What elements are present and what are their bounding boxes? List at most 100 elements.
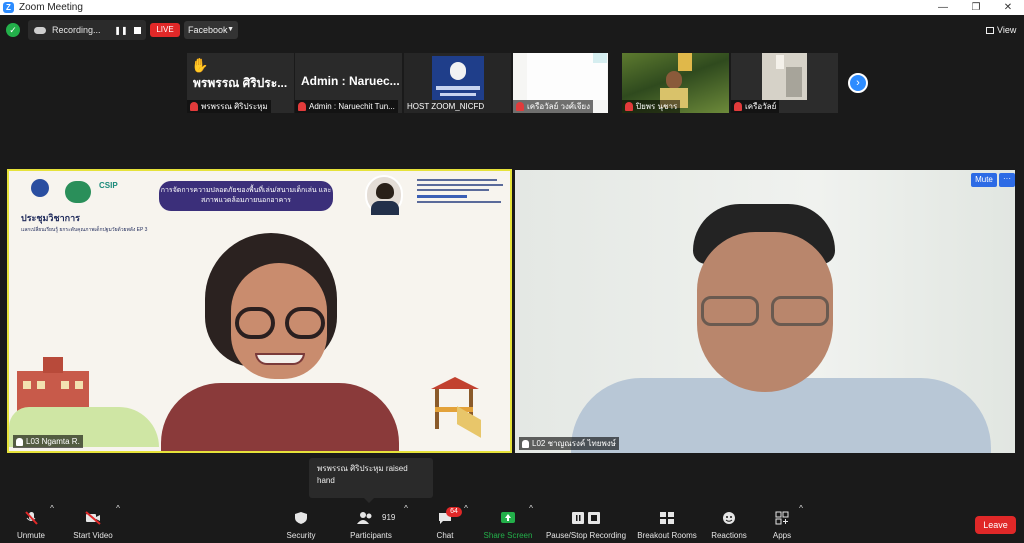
raised-hand-icon: ✋ — [191, 57, 209, 73]
pause-stop-icon — [572, 512, 600, 524]
cloud-icon — [34, 26, 46, 34]
chevron-down-icon: ▼ — [227, 26, 234, 33]
shield-icon — [295, 512, 307, 524]
participants-label: Participants — [350, 531, 392, 540]
leave-button[interactable]: Leave — [975, 516, 1016, 534]
participant-name: ปิยพร นุชาร — [636, 102, 678, 111]
participant-thumbnail[interactable]: เครือวัลย์ — [731, 53, 838, 113]
participant-name: L02 ชาญณรงค์ ไทยพงษ์ — [532, 439, 616, 448]
smiley-icon — [723, 512, 735, 524]
participant-name: เครือวัลย์ — [745, 102, 777, 111]
chat-label: Chat — [436, 531, 454, 540]
participant-name: พรพรรณ ศิริประหุม — [201, 102, 268, 111]
participant-name-large: พรพรรณ ศิริประ... — [193, 76, 288, 90]
mute-participant-button[interactable]: Mute — [971, 173, 997, 187]
participants-count: 919 — [382, 513, 396, 522]
chevron-right-icon: › — [856, 77, 860, 89]
poster-banner: การจัดการความปลอดภัยของพื้นที่เล่น/สนามเ… — [159, 181, 333, 211]
window-title: Zoom Meeting — [19, 2, 83, 13]
muted-mic-icon — [625, 102, 633, 111]
participant-thumbnail[interactable]: เครือวัลย์ วงศ์เจียง — [513, 53, 608, 113]
participant-thumbnail[interactable]: Admin : Naruec... Admin : Naruechit Tun.… — [295, 53, 402, 113]
apps-icon — [775, 511, 789, 525]
view-button[interactable]: View — [986, 22, 1020, 38]
participant-thumbnail[interactable]: HOST ZOOM_NICFD — [404, 53, 511, 113]
participant-name: Admin : Naruechit Tun... — [309, 102, 395, 111]
host-logo-image — [432, 56, 484, 100]
start-video-label: Start Video — [73, 531, 113, 540]
apps-button[interactable]: Apps — [766, 504, 798, 543]
org-logo-icon — [65, 181, 91, 203]
active-speaker-video[interactable]: CSIP การจัดการความปลอดภัยของพื้นที่เล่น/… — [7, 169, 512, 453]
audio-options-caret[interactable]: ^ — [48, 504, 56, 543]
video-options-caret[interactable]: ^ — [114, 504, 122, 543]
pause-recording-icon[interactable]: ❚❚ — [114, 26, 128, 35]
muted-mic-icon — [190, 102, 198, 111]
apps-options-caret[interactable]: ^ — [797, 504, 805, 543]
muted-mic-icon — [734, 102, 742, 111]
live-badge: LIVE — [150, 23, 180, 37]
reactions-label: Reactions — [711, 531, 747, 540]
participant-video — [762, 53, 807, 100]
participant-caption: เครือวัลย์ วงศ์เจียง — [513, 100, 593, 113]
participants-options-caret[interactable]: ^ — [402, 504, 410, 543]
participant-name: เครือวัลย์ วงศ์เจียง — [527, 102, 590, 111]
security-label: Security — [286, 531, 316, 540]
start-video-button[interactable]: Start Video — [68, 504, 118, 543]
participant-name-large: Admin : Naruec... — [301, 74, 400, 88]
video-name-label: L02 ชาญณรงค์ ไทยพงษ์ — [519, 437, 619, 450]
mic-icon — [522, 439, 529, 448]
meeting-top-bar: Recording... ❚❚ LIVE Facebook ▼ View — [0, 16, 1024, 44]
csip-logo: CSIP — [99, 181, 118, 190]
glasses-left — [235, 307, 275, 339]
university-logo-icon — [31, 179, 49, 197]
breakout-rooms-button[interactable]: Breakout Rooms — [636, 504, 698, 543]
man-glasses-right — [771, 296, 829, 326]
raised-hand-notification: พรพรรณ ศิริประหุม raised hand — [309, 458, 433, 503]
participant-caption: Admin : Naruechit Tun... — [295, 100, 398, 113]
participant-thumbnail[interactable]: ปิยพร นุชาร — [622, 53, 729, 113]
participant-name: L03 Ngamta R. — [26, 437, 80, 446]
chat-button[interactable]: 64 Chat — [428, 504, 462, 543]
video-name-label: L03 Ngamta R. — [13, 435, 83, 448]
participant-caption: HOST ZOOM_NICFD — [404, 100, 487, 113]
pause-stop-recording-button[interactable]: Pause/Stop Recording — [544, 504, 628, 543]
share-options-caret[interactable]: ^ — [527, 504, 535, 543]
muted-mic-icon — [298, 102, 306, 111]
speaker-shirt — [161, 383, 399, 451]
poster-info-text — [417, 177, 509, 217]
security-button[interactable]: Security — [282, 504, 320, 543]
more-options-button[interactable]: ··· — [999, 173, 1015, 187]
muted-microphone-icon — [25, 511, 38, 525]
breakout-rooms-label: Breakout Rooms — [637, 531, 697, 540]
apps-label: Apps — [772, 531, 792, 540]
poster-subheading: แลกเปลี่ยนเรียนรู้ ยกระดับคุณภาพเด็กปฐมว… — [21, 227, 148, 233]
stop-recording-icon[interactable] — [134, 26, 141, 34]
muted-mic-icon — [516, 102, 524, 111]
video-off-icon — [85, 511, 101, 525]
chat-options-caret[interactable]: ^ — [462, 504, 470, 543]
participant-thumbnail[interactable]: ✋ พรพรรณ ศิริประ... พรพรรณ ศิริประหุม — [187, 53, 294, 113]
reactions-button[interactable]: Reactions — [708, 504, 750, 543]
minimize-button[interactable]: — — [928, 0, 958, 15]
stream-target-label: Facebook — [188, 25, 228, 35]
unmute-button[interactable]: Unmute — [10, 504, 52, 543]
maximize-button[interactable]: ❐ — [961, 0, 991, 15]
stream-target-dropdown[interactable]: Facebook ▼ — [184, 21, 238, 39]
close-window-button[interactable]: ✕ — [993, 0, 1023, 15]
man-glasses-left — [701, 296, 759, 326]
smile — [255, 353, 305, 365]
speaker-portrait — [365, 175, 403, 215]
meeting-toolbar: Unmute ^ Start Video ^ Security 919 Part… — [0, 504, 1024, 543]
chat-unread-badge: 64 — [446, 507, 462, 517]
view-label: View — [997, 25, 1017, 35]
recording-label: Recording... — [52, 25, 101, 35]
title-bar: Z Zoom Meeting — ❐ ✕ — [0, 0, 1024, 15]
security-shield-icon[interactable] — [6, 23, 20, 37]
participants-button[interactable]: 919 Participants — [346, 504, 396, 543]
glasses-right — [285, 307, 325, 339]
participant-video-main[interactable]: Mute ··· L02 ชาญณรงค์ ไทยพงษ์ — [515, 170, 1015, 453]
participant-caption: พรพรรณ ศิริประหุม — [187, 100, 271, 113]
next-page-button[interactable]: › — [848, 73, 868, 93]
poster-heading: ประชุมวิชาการ — [21, 213, 80, 223]
